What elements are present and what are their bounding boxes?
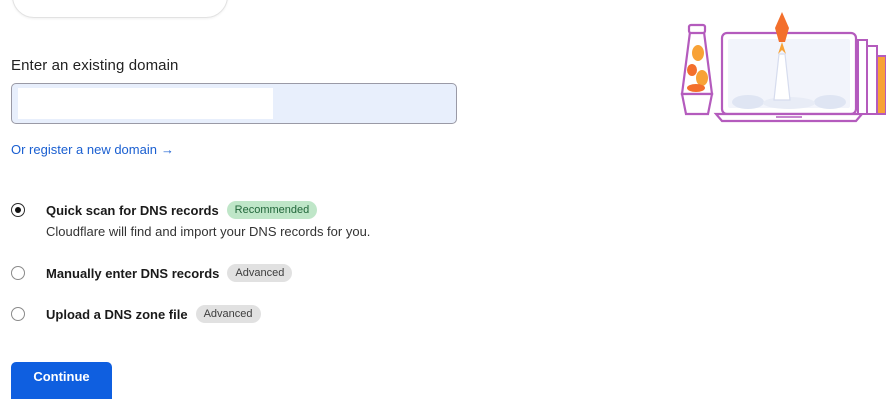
arrow-right-icon: → (160, 142, 174, 157)
option-quick-scan[interactable]: Quick scan for DNS records Recommended C… (11, 201, 370, 239)
option-upload-zone-file-title: Upload a DNS zone file (46, 306, 188, 322)
add-site-page: Enter an existing domain Or register a n… (0, 0, 886, 399)
option-manual-entry-body: Manually enter DNS records Advanced (46, 264, 293, 282)
register-domain-link[interactable]: Or register a new domain → (11, 142, 174, 157)
option-quick-scan-title-row: Quick scan for DNS records Recommended (46, 201, 370, 219)
option-manual-entry-title: Manually enter DNS records (46, 265, 220, 281)
register-domain-link-label: Or register a new domain (11, 142, 157, 157)
radio-upload-zone-file[interactable] (11, 307, 25, 321)
laptop-icon (713, 31, 865, 123)
laptop-rocket-illustration-icon (680, 12, 886, 123)
option-quick-scan-title: Quick scan for DNS records (46, 202, 219, 218)
radio-manual-entry[interactable] (11, 266, 25, 280)
option-upload-zone-file-title-row: Upload a DNS zone file Advanced (46, 305, 261, 323)
option-quick-scan-description: Cloudflare will find and import your DNS… (46, 224, 371, 239)
advanced-badge: Advanced (195, 305, 261, 323)
option-upload-zone-file[interactable]: Upload a DNS zone file Advanced (11, 305, 261, 323)
radio-quick-scan[interactable] (11, 203, 25, 217)
lava-lamp-icon (680, 23, 714, 116)
advanced-badge: Advanced (227, 264, 293, 282)
domain-input[interactable] (11, 83, 457, 124)
top-partial-control[interactable] (12, 0, 228, 18)
option-quick-scan-body: Quick scan for DNS records Recommended C… (46, 201, 370, 239)
domain-input-value (18, 88, 273, 119)
books-icon (857, 39, 886, 115)
option-manual-entry[interactable]: Manually enter DNS records Advanced (11, 264, 293, 282)
option-manual-entry-title-row: Manually enter DNS records Advanced (46, 264, 293, 282)
continue-button[interactable]: Continue (11, 362, 112, 399)
domain-field-label: Enter an existing domain (11, 57, 179, 74)
option-upload-zone-file-body: Upload a DNS zone file Advanced (46, 305, 261, 323)
recommended-badge: Recommended (226, 201, 318, 219)
